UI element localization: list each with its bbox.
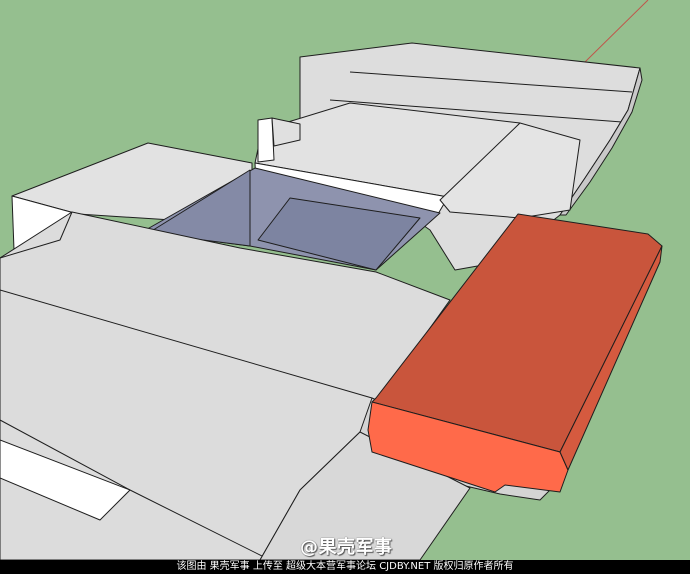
modeling-viewport[interactable]: @果壳军事 该图由 果壳军事 上传至 超级大本营军事论坛 CJDBY.NET 版…	[0, 0, 690, 574]
3d-building-model[interactable]	[0, 0, 690, 574]
tower-block	[257, 117, 275, 163]
caption-bar: 该图由 果壳军事 上传至 超级大本营军事论坛 CJDBY.NET 版权归原作者所…	[0, 560, 690, 574]
caption-text: 该图由 果壳军事 上传至 超级大本营军事论坛 CJDBY.NET 版权归原作者所…	[176, 561, 514, 572]
watermark-logo: @果壳军事	[300, 537, 393, 558]
